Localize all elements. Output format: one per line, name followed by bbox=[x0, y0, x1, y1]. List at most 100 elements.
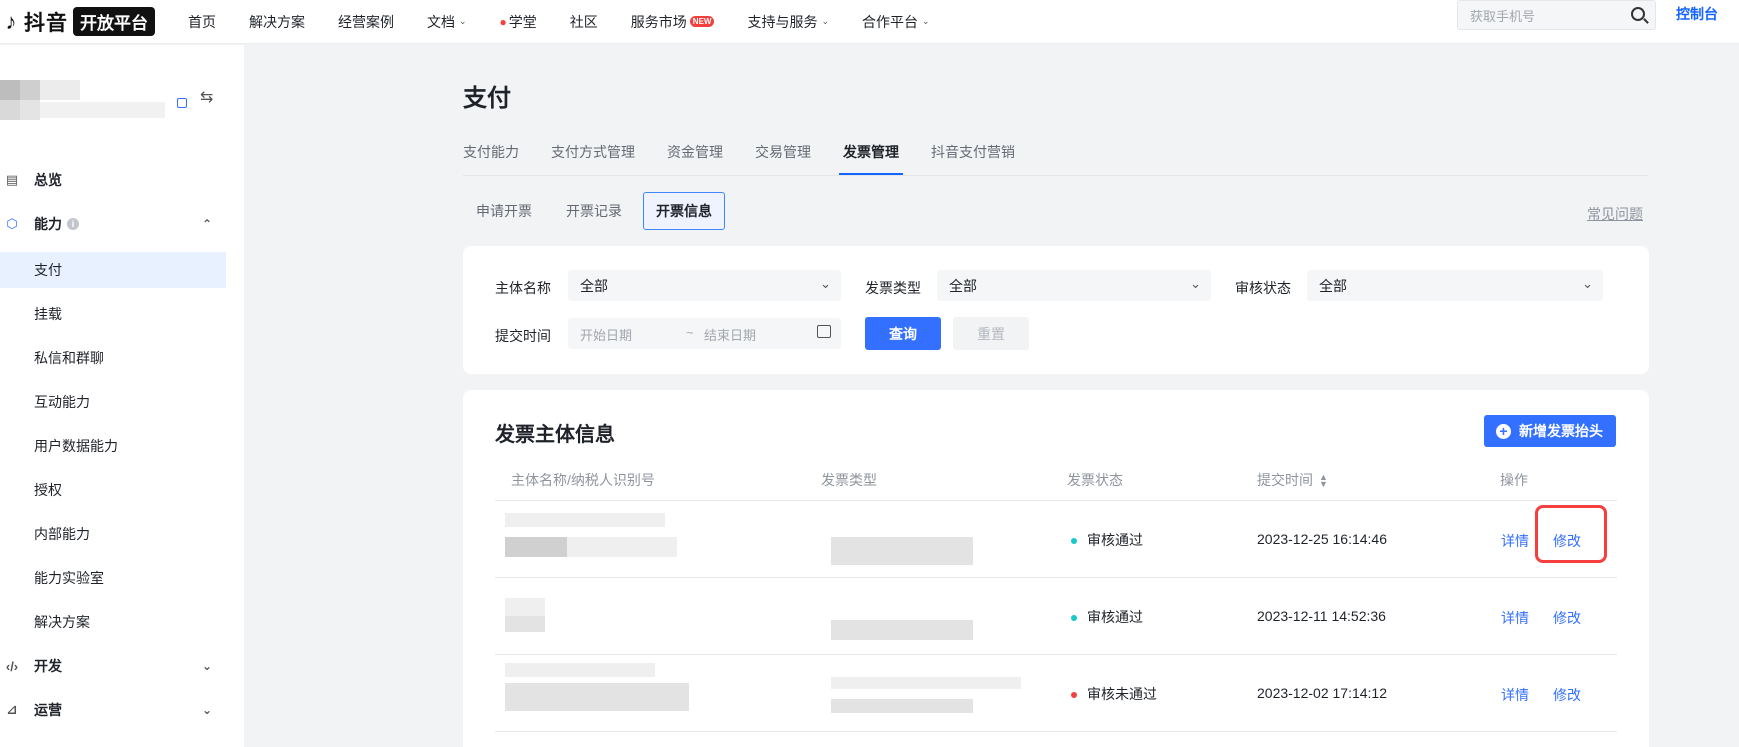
entity-select[interactable]: 全部 ⌄ bbox=[568, 270, 841, 301]
highlight-annotation bbox=[1535, 505, 1607, 563]
column-type: 发票类型 bbox=[821, 472, 877, 488]
sidebar-item-interaction[interactable]: 互动能力 bbox=[0, 384, 226, 420]
end-date-input[interactable]: 结束日期 bbox=[704, 325, 756, 344]
chevron-down-icon: ⌄ bbox=[1190, 276, 1201, 291]
column-time[interactable]: 提交时间 ▲ ▼ bbox=[1257, 470, 1328, 490]
edit-link[interactable]: 修改 bbox=[1553, 685, 1581, 705]
subtab-info[interactable]: 开票信息 bbox=[643, 192, 725, 230]
nav-home[interactable]: 首页 bbox=[188, 12, 216, 32]
date-separator: ~ bbox=[686, 325, 694, 340]
console-link[interactable]: 控制台 bbox=[1676, 4, 1718, 24]
calendar-icon bbox=[817, 325, 831, 338]
sidebar-item-payment[interactable]: 支付 bbox=[0, 252, 226, 288]
add-invoice-header-button[interactable]: + 新增发票抬头 bbox=[1484, 415, 1616, 447]
nav-cases[interactable]: 经营案例 bbox=[338, 12, 394, 32]
sidebar-item-operate[interactable]: ⊿ 运营 ⌄ bbox=[0, 692, 226, 728]
sidebar-item-internal[interactable]: 内部能力 bbox=[0, 516, 226, 552]
detail-link[interactable]: 详情 bbox=[1501, 531, 1529, 551]
ability-icon: ⬡ bbox=[6, 216, 18, 231]
chevron-down-icon: ⌄ bbox=[1582, 276, 1593, 291]
type-select[interactable]: 全部 ⌄ bbox=[937, 270, 1211, 301]
logo-badge: 开放平台 bbox=[73, 7, 155, 36]
sidebar-item-user-data[interactable]: 用户数据能力 bbox=[0, 428, 226, 464]
status-dot bbox=[1071, 615, 1077, 622]
redacted-name bbox=[505, 513, 665, 527]
top-navbar: ♪ 抖音 开放平台 首页 解决方案 经营案例 文档 ⌄ ● 学堂 社区 服务市场 NE… bbox=[0, 0, 1739, 44]
chevron-down-icon: ⌄ bbox=[459, 16, 467, 26]
search-input[interactable]: 获取手机号 bbox=[1457, 0, 1656, 30]
sidebar-item-solutions[interactable]: 解决方案 bbox=[0, 604, 226, 640]
main-nav: 首页 解决方案 经营案例 文档 ⌄ ● 学堂 社区 服务市场 NEW 支持与服务 ⌄ 合… bbox=[188, 0, 963, 44]
tab-transactions[interactable]: 交易管理 bbox=[755, 142, 811, 162]
copy-icon[interactable] bbox=[177, 98, 187, 108]
reset-button[interactable]: 重置 bbox=[953, 317, 1029, 350]
table-row: 审核未通过 2023-12-02 17:14:12 详情 修改 bbox=[495, 655, 1617, 732]
status-select[interactable]: 全部 ⌄ bbox=[1307, 270, 1603, 301]
submit-time: 2023-12-02 17:14:12 bbox=[1257, 685, 1387, 701]
filter-panel: 主体名称 全部 ⌄ 发票类型 全部 ⌄ 审核状态 全部 ⌄ 提交时间 开始日期 … bbox=[463, 246, 1649, 374]
nav-solutions[interactable]: 解决方案 bbox=[249, 12, 305, 32]
nav-community[interactable]: 社区 bbox=[570, 12, 598, 32]
nav-market[interactable]: 服务市场 NEW bbox=[631, 12, 715, 32]
switch-account-icon[interactable]: ⇆ bbox=[200, 87, 213, 107]
faq-link[interactable]: 常见问题 bbox=[1587, 204, 1643, 224]
subtab-apply[interactable]: 申请开票 bbox=[463, 192, 545, 230]
main-tabs: 支付能力 支付方式管理 资金管理 交易管理 发票管理 抖音支付营销 bbox=[463, 128, 1648, 176]
logo[interactable]: ♪ 抖音 开放平台 bbox=[0, 7, 155, 37]
logo-text: 抖音 bbox=[24, 11, 68, 35]
column-status: 发票状态 bbox=[1067, 472, 1123, 488]
start-date-input[interactable]: 开始日期 bbox=[580, 325, 632, 344]
sidebar-item-auth[interactable]: 授权 bbox=[0, 472, 226, 508]
chevron-down-icon: ⌄ bbox=[821, 16, 830, 26]
type-filter-label: 发票类型 bbox=[865, 280, 921, 296]
fire-icon: ● bbox=[499, 14, 507, 29]
search-icon[interactable] bbox=[1631, 7, 1645, 21]
nav-partner[interactable]: 合作平台 ⌄ bbox=[862, 12, 930, 32]
date-range-picker[interactable]: 开始日期 ~ 结束日期 bbox=[568, 318, 841, 349]
tab-payment-ability[interactable]: 支付能力 bbox=[463, 142, 519, 162]
table-row: 审核通过 2023-12-25 16:14:46 详情 修改 bbox=[495, 501, 1617, 578]
detail-link[interactable]: 详情 bbox=[1501, 685, 1529, 705]
detail-link[interactable]: 详情 bbox=[1501, 608, 1529, 628]
chevron-up-icon: ⌃ bbox=[201, 217, 212, 231]
redacted-tax-id bbox=[505, 616, 545, 632]
chevron-down-icon: ⌄ bbox=[201, 659, 212, 673]
redacted-tax-id bbox=[505, 683, 689, 711]
status-badge: 审核未通过 bbox=[1071, 684, 1157, 704]
submit-time: 2023-12-11 14:52:36 bbox=[1257, 608, 1386, 624]
nav-docs[interactable]: 文档 ⌄ bbox=[427, 12, 467, 32]
invoice-subtabs: 申请开票 开票记录 开票信息 bbox=[463, 192, 733, 230]
edit-link[interactable]: 修改 bbox=[1553, 608, 1581, 628]
redacted-tax-id bbox=[505, 537, 567, 557]
chart-icon: ⊿ bbox=[6, 702, 18, 717]
new-badge: NEW bbox=[689, 16, 715, 27]
info-icon: i bbox=[67, 218, 79, 230]
code-icon: ‹/› bbox=[5, 658, 19, 674]
column-action: 操作 bbox=[1500, 472, 1528, 488]
nav-academy[interactable]: ● 学堂 bbox=[500, 12, 537, 32]
redacted-invoice-type bbox=[831, 699, 973, 713]
status-badge: 审核通过 bbox=[1071, 607, 1143, 627]
table-row: 审核通过 2023-12-11 14:52:36 详情 修改 bbox=[495, 578, 1617, 655]
sidebar-item-lab[interactable]: 能力实验室 bbox=[0, 560, 226, 596]
sidebar-item-ability[interactable]: ⬡ 能力 i ⌃ bbox=[0, 206, 226, 242]
tab-marketing[interactable]: 抖音支付营销 bbox=[931, 142, 1015, 162]
plus-circle-icon: + bbox=[1496, 423, 1511, 439]
sort-icon[interactable]: ▲ ▼ bbox=[1319, 473, 1328, 489]
time-filter-label: 提交时间 bbox=[495, 328, 551, 344]
tab-invoice[interactable]: 发票管理 bbox=[843, 142, 899, 162]
nav-support[interactable]: 支持与服务 ⌄ bbox=[747, 12, 829, 32]
sidebar-item-messaging[interactable]: 私信和群聊 bbox=[0, 340, 226, 376]
sidebar-item-overview[interactable]: ▤ 总览 bbox=[0, 162, 226, 198]
redacted-name bbox=[505, 663, 655, 677]
subtab-records[interactable]: 开票记录 bbox=[553, 192, 635, 230]
redacted-invoice-type bbox=[831, 537, 973, 565]
query-button[interactable]: 查询 bbox=[865, 317, 941, 350]
tab-funds[interactable]: 资金管理 bbox=[667, 142, 723, 162]
tab-payment-method[interactable]: 支付方式管理 bbox=[551, 142, 635, 162]
entity-filter-label: 主体名称 bbox=[495, 280, 551, 296]
redacted-name bbox=[505, 598, 545, 616]
sidebar-item-develop[interactable]: ‹/› 开发 ⌄ bbox=[0, 648, 226, 684]
chevron-down-icon: ⌄ bbox=[922, 16, 930, 26]
sidebar-item-mount[interactable]: 挂载 bbox=[0, 296, 226, 332]
